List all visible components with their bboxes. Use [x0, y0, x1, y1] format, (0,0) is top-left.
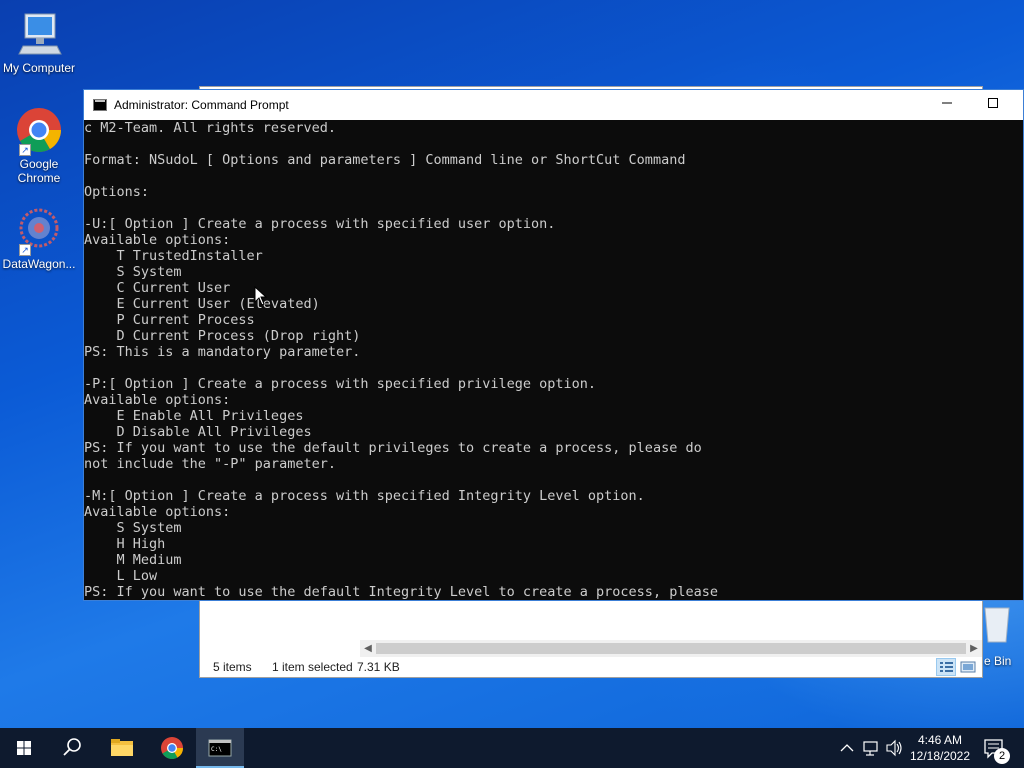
show-hidden-icons-button[interactable] — [838, 728, 856, 768]
scroll-left-icon[interactable]: ◀ — [360, 640, 376, 657]
volume-tray-button[interactable] — [884, 728, 904, 768]
console-line: C Current User — [84, 280, 231, 296]
console-line: -M:[ Option ] Create a process with spec… — [84, 488, 645, 504]
console-line: E Enable All Privileges — [84, 408, 304, 424]
search-icon — [63, 738, 81, 756]
details-view-button[interactable] — [936, 658, 956, 676]
notification-count-badge: 2 — [994, 748, 1010, 764]
status-size: 7.31 KB — [357, 660, 400, 674]
clock-date: 12/18/2022 — [909, 749, 971, 763]
desktop-icon-my-computer[interactable]: My Computer — [0, 10, 78, 75]
console-line: P Current Process — [84, 312, 255, 328]
window-title: Administrator: Command Prompt — [114, 98, 289, 112]
console-line: Available options: — [84, 504, 231, 520]
console-app-icon[interactable] — [93, 99, 107, 111]
horizontal-scrollbar[interactable]: ◀ ▶ — [360, 640, 982, 657]
shortcut-arrow-icon: ↗ — [19, 144, 31, 156]
taskbar-chrome[interactable] — [148, 728, 196, 768]
console-line: M Medium — [84, 552, 182, 568]
minimize-icon — [942, 102, 952, 104]
console-line: E Current User (Elevated) — [84, 296, 320, 312]
chrome-icon: ↗ — [15, 106, 63, 156]
console-line: S System — [84, 520, 182, 536]
console-line: -U:[ Option ] Create a process with spec… — [84, 216, 556, 232]
console-line: PS: If you want to use the default Integ… — [84, 584, 718, 600]
console-line: S System — [84, 264, 182, 280]
maximize-icon — [988, 98, 998, 108]
desktop-icon-label: e Bin — [984, 654, 1012, 668]
console-line: H High — [84, 536, 166, 552]
action-center-button[interactable]: 2 — [980, 728, 1010, 768]
clock-time: 4:46 AM — [917, 733, 963, 747]
recycle-bin-icon — [982, 604, 1012, 644]
scrollbar-thumb[interactable] — [376, 643, 966, 654]
explorer-status-bar: 5 items 1 item selected 7.31 KB — [200, 657, 982, 677]
folder-icon — [111, 739, 133, 756]
console-line: c M2-Team. All rights reserved. — [84, 120, 336, 136]
console-line: PS: This is a mandatory parameter. — [84, 344, 361, 360]
computer-icon — [15, 10, 63, 58]
svg-text:C:\: C:\ — [211, 746, 222, 753]
large-icons-view-icon — [960, 661, 976, 673]
desktop-icon-label: DataWagon... — [2, 257, 76, 271]
taskbar-command-prompt[interactable]: C:\ — [196, 728, 244, 768]
desktop-icon-label: My Computer — [2, 61, 76, 75]
large-icons-view-button[interactable] — [958, 658, 978, 676]
shortcut-arrow-icon: ↗ — [19, 244, 31, 256]
chevron-up-icon — [840, 744, 854, 752]
taskbar-file-explorer[interactable] — [98, 728, 146, 768]
search-button[interactable] — [48, 728, 96, 768]
desktop-icon-datawagon[interactable]: ↗ DataWagon... — [0, 206, 78, 271]
desktop-icon-label: Google Chrome — [17, 157, 61, 185]
network-icon — [863, 741, 878, 756]
console-line: T TrustedInstaller — [84, 248, 263, 264]
desktop-icon-google-chrome[interactable]: ↗ Google Chrome — [0, 106, 78, 185]
taskbar-clock[interactable]: 4:46 AM 12/18/2022 — [904, 732, 976, 764]
minimize-button[interactable] — [924, 90, 970, 120]
scroll-right-icon[interactable]: ▶ — [966, 640, 982, 657]
command-prompt-window[interactable]: Administrator: Command Prompt c M2-Team.… — [83, 89, 1024, 601]
console-line: D Disable All Privileges — [84, 424, 312, 440]
status-selected: 1 item selected — [272, 660, 353, 674]
details-view-icon — [940, 662, 953, 672]
console-line: -P:[ Option ] Create a process with spec… — [84, 376, 597, 392]
console-line: L Low — [84, 568, 158, 584]
console-output[interactable]: c M2-Team. All rights reserved. Format: … — [84, 120, 1023, 600]
console-line: Format: NSudoL [ Options and parameters … — [84, 152, 686, 168]
chrome-icon — [161, 737, 183, 759]
taskbar: C:\ 4:46 AM 12/18/2022 2 — [0, 728, 1024, 768]
console-line: not include the "-P" parameter. — [84, 456, 336, 472]
status-item-count: 5 items — [213, 660, 252, 674]
title-bar[interactable]: Administrator: Command Prompt — [84, 90, 1023, 120]
maximize-button[interactable] — [970, 90, 1016, 120]
console-line: Available options: — [84, 232, 231, 248]
start-button[interactable] — [0, 728, 48, 768]
network-tray-button[interactable] — [860, 728, 882, 768]
speaker-icon — [886, 739, 902, 757]
console-text: c M2-Team. All rights reserved. Format: … — [84, 120, 1023, 600]
console-line: Options: — [84, 184, 150, 200]
windows-logo-icon — [17, 741, 31, 755]
console-icon: C:\ — [208, 739, 232, 757]
datawagon-icon: ↗ — [15, 206, 63, 256]
console-line: D Current Process (Drop right) — [84, 328, 361, 344]
console-line: PS: If you want to use the default privi… — [84, 440, 702, 456]
console-line: Available options: — [84, 392, 231, 408]
